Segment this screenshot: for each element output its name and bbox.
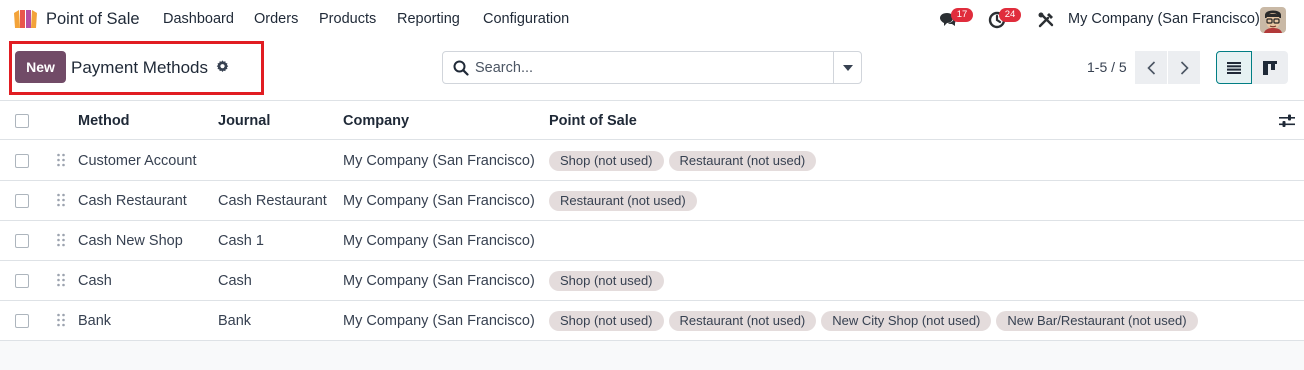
select-all-checkbox[interactable] (15, 114, 29, 128)
cell-point-of-sale: Shop (not used) Restaurant (not used) New … (549, 301, 1203, 341)
new-button[interactable]: New (15, 51, 66, 83)
page-title: Payment Methods (71, 58, 209, 77)
menu-reporting[interactable]: Reporting (397, 11, 460, 27)
search-options-toggle[interactable] (833, 52, 862, 83)
optional-columns-icon[interactable] (1279, 114, 1295, 128)
row-checkbox[interactable] (15, 194, 29, 208)
gear-icon[interactable] (216, 60, 229, 73)
cell-method: Customer Account (78, 153, 197, 169)
pos-tag: Restaurant (not used) (668, 151, 817, 172)
kanban-view-button[interactable] (1252, 51, 1288, 84)
activities-badge: 24 (999, 8, 1021, 22)
cell-point-of-sale: Shop (not used) Restaurant (not used) (549, 141, 821, 181)
pager-next-button[interactable] (1168, 51, 1200, 84)
table-row[interactable]: Cash Restaurant Cash Restaurant My Company… (0, 181, 1304, 221)
cell-company: My Company (San Francisco) (343, 313, 535, 329)
cell-point-of-sale: Restaurant (not used) (549, 181, 702, 221)
kanban-view-icon (1263, 60, 1277, 75)
pos-tag: Shop (not used) (549, 311, 664, 332)
search-bar (442, 51, 862, 84)
cell-company: My Company (San Francisco) (343, 153, 535, 169)
drag-handle-icon[interactable] (57, 233, 65, 247)
column-header-point-of-sale[interactable]: Point of Sale (549, 101, 637, 141)
menu-orders[interactable]: Orders (254, 11, 298, 27)
table-row[interactable]: Cash New Shop Cash 1 My Company (San Franc… (0, 221, 1304, 261)
drag-handle-icon[interactable] (57, 193, 65, 207)
cell-method: Bank (78, 313, 112, 329)
column-header-company[interactable]: Company (343, 101, 409, 141)
row-checkbox[interactable] (15, 234, 29, 248)
cell-journal: Cash 1 (218, 233, 264, 249)
user-avatar[interactable] (1260, 7, 1286, 33)
cell-company: My Company (San Francisco) (343, 233, 535, 249)
search-input[interactable] (475, 53, 830, 82)
pager-previous-button[interactable] (1135, 51, 1167, 84)
list-view-button[interactable] (1216, 51, 1252, 84)
table-row[interactable]: Bank Bank My Company (San Francisco) Shop (… (0, 301, 1304, 341)
menu-configuration[interactable]: Configuration (483, 11, 569, 27)
chevron-right-icon (1180, 60, 1189, 75)
chevron-left-icon (1146, 60, 1155, 75)
pos-tag: Restaurant (not used) (549, 191, 697, 212)
company-switcher[interactable]: My Company (San Francisco) (1068, 11, 1260, 27)
pos-tag: Shop (not used) (549, 271, 664, 292)
table-row[interactable]: Customer Account My Company (San Francisc… (0, 141, 1304, 181)
drag-handle-icon[interactable] (57, 273, 65, 287)
list-empty-area (0, 341, 1304, 370)
cell-company: My Company (San Francisco) (343, 273, 535, 289)
search-icon (453, 60, 469, 76)
caret-down-icon (843, 64, 853, 71)
debug-tools-icon[interactable] (1035, 9, 1057, 31)
pos-tag: Shop (not used) (549, 151, 664, 172)
cell-point-of-sale: Shop (not used) (549, 261, 669, 301)
cell-company: My Company (San Francisco) (343, 193, 535, 209)
column-header-method[interactable]: Method (78, 101, 130, 141)
cell-journal: Cash (218, 273, 252, 289)
cell-method: Cash (78, 273, 112, 289)
cell-journal: Bank (218, 313, 252, 329)
cell-method: Cash New Shop (78, 233, 183, 249)
list-view-icon (1227, 61, 1241, 74)
table-row[interactable]: Cash Cash My Company (San Francisco) Shop (… (0, 261, 1304, 301)
row-checkbox[interactable] (15, 314, 29, 328)
cell-journal: Cash Restaurant (218, 193, 327, 209)
messages-badge: 17 (951, 8, 973, 22)
column-header-journal[interactable]: Journal (218, 101, 270, 141)
pos-tag: New Bar/Restaurant (not used) (996, 311, 1198, 332)
pos-app-icon[interactable] (12, 9, 39, 29)
row-checkbox[interactable] (15, 274, 29, 288)
drag-handle-icon[interactable] (57, 313, 65, 327)
table-header-row: Method Journal Company Point of Sale (0, 100, 1304, 140)
pos-tag: Restaurant (not used) (668, 311, 817, 332)
menu-dashboard[interactable]: Dashboard (163, 11, 234, 27)
row-checkbox[interactable] (15, 154, 29, 168)
pos-tag: New City Shop (not used) (821, 311, 992, 332)
menu-products[interactable]: Products (319, 11, 376, 27)
drag-handle-icon[interactable] (57, 153, 65, 167)
top-navbar: Point of Sale Dashboard Orders Products … (0, 0, 1304, 40)
pager-value[interactable]: 1-5 / 5 (1087, 59, 1127, 75)
cell-method: Cash Restaurant (78, 193, 187, 209)
app-name[interactable]: Point of Sale (46, 10, 140, 29)
